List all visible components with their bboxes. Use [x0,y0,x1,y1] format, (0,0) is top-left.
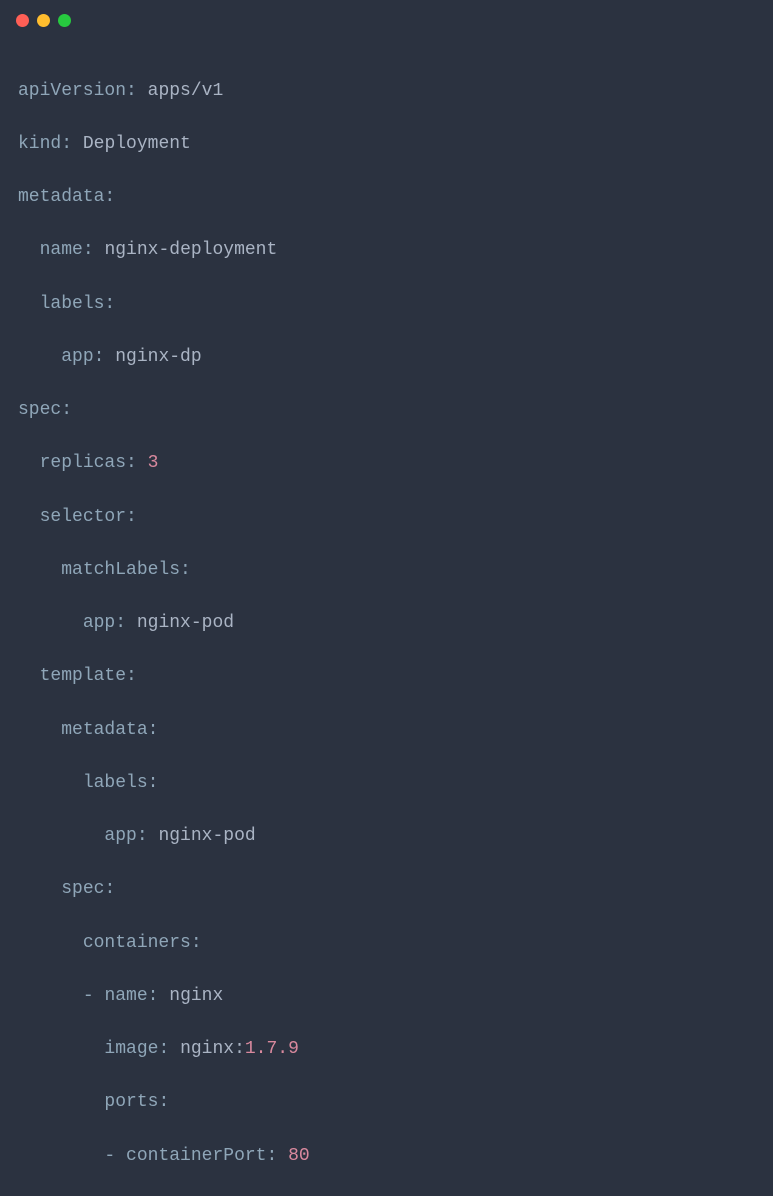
yaml-value: nginx: [180,1039,245,1059]
yaml-key: ports [104,1092,158,1112]
yaml-key: selector [40,507,126,527]
code-line: name: nginx-deployment [18,237,755,264]
code-line: - name: nginx [18,983,755,1010]
yaml-value: nginx-dp [115,347,201,367]
yaml-value: nginx-pod [137,613,234,633]
yaml-key: spec [18,400,61,420]
yaml-key: image [104,1039,158,1059]
window-titlebar [0,0,773,37]
yaml-key: name [104,986,147,1006]
yaml-key: metadata [18,187,104,207]
code-line: labels: [18,770,755,797]
yaml-key: containers [83,933,191,953]
yaml-value: 1.7.9 [245,1039,299,1059]
yaml-value: Deployment [83,134,191,154]
code-line: app: nginx-dp [18,344,755,371]
yaml-key: name [40,240,83,260]
yaml-key: metadata [61,720,147,740]
code-line: metadata: [18,184,755,211]
code-line: spec: [18,397,755,424]
code-line: ports: [18,1089,755,1116]
yaml-key: app [83,613,115,633]
code-line: matchLabels: [18,557,755,584]
yaml-value: nginx [169,986,223,1006]
code-line: labels: [18,291,755,318]
yaml-value: 3 [148,453,159,473]
code-line: - containerPort: 80 [18,1143,755,1170]
yaml-key: labels [83,773,148,793]
yaml-value: 80 [288,1146,310,1166]
code-line: spec: [18,876,755,903]
close-icon[interactable] [16,14,29,27]
yaml-value: nginx-deployment [104,240,277,260]
minimize-icon[interactable] [37,14,50,27]
yaml-key: spec [61,879,104,899]
yaml-key: app [104,826,136,846]
yaml-key: kind [18,134,61,154]
yaml-key: matchLabels [61,560,180,580]
yaml-key: containerPort [126,1146,266,1166]
code-editor[interactable]: apiVersion: apps/v1 kind: Deployment met… [0,37,773,1196]
code-line: image: nginx:1.7.9 [18,1036,755,1063]
yaml-value: apps/v1 [148,81,224,101]
yaml-key: apiVersion [18,81,126,101]
yaml-key: app [61,347,93,367]
yaml-key: template [40,666,126,686]
code-line: containers: [18,930,755,957]
code-line: kind: Deployment [18,131,755,158]
code-line: metadata: [18,717,755,744]
code-line: template: [18,663,755,690]
code-line: replicas: 3 [18,450,755,477]
code-line: app: nginx-pod [18,823,755,850]
code-line: apiVersion: apps/v1 [18,78,755,105]
yaml-key: replicas [40,453,126,473]
yaml-key: labels [40,294,105,314]
zoom-icon[interactable] [58,14,71,27]
code-line: selector: [18,504,755,531]
yaml-value: nginx-pod [158,826,255,846]
